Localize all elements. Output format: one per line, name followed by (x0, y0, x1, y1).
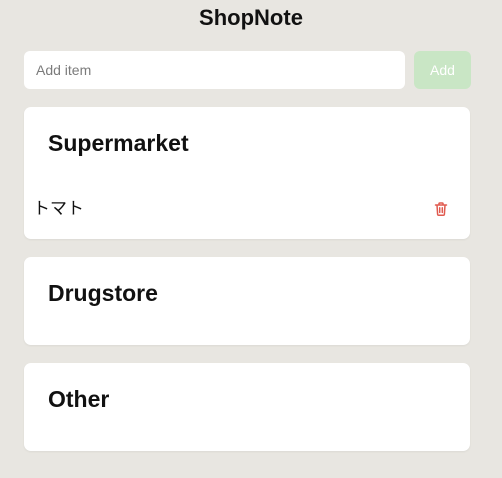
section-card-drugstore: Drugstore (24, 257, 470, 345)
trash-icon (434, 202, 448, 216)
item-name: トマト (33, 199, 84, 218)
app-title: ShopNote (199, 5, 303, 30)
section-title: Other (48, 386, 110, 412)
add-item-input[interactable] (24, 51, 405, 89)
section-title: Drugstore (48, 280, 158, 306)
add-item-form: Add (24, 51, 471, 89)
list-item: トマト (24, 194, 470, 224)
add-button[interactable]: Add (414, 51, 471, 89)
app: ShopNote Add Supermarket トマト Drugstore O… (0, 0, 502, 478)
delete-item-button[interactable] (431, 199, 451, 219)
section-card-supermarket: Supermarket トマト (24, 107, 470, 239)
section-title: Supermarket (48, 130, 189, 156)
section-card-other: Other (24, 363, 470, 451)
